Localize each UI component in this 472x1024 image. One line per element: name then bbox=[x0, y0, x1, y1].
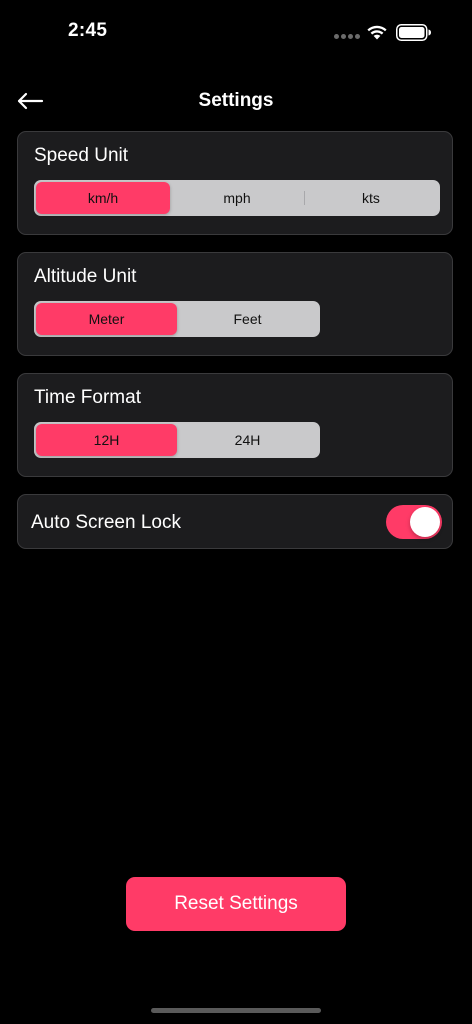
battery-icon bbox=[396, 24, 431, 41]
segment-12h[interactable]: 12H bbox=[36, 424, 177, 456]
segment-meter[interactable]: Meter bbox=[36, 303, 177, 335]
auto-screen-lock-label: Auto Screen Lock bbox=[31, 512, 181, 533]
page-title: Settings bbox=[198, 90, 274, 111]
segment-kts[interactable]: kts bbox=[304, 182, 438, 214]
time-format-selector: 12H 24H bbox=[34, 422, 320, 458]
auto-screen-lock-toggle[interactable] bbox=[386, 505, 442, 539]
cellular-signal-icon bbox=[334, 34, 360, 40]
segment-mph[interactable]: mph bbox=[170, 182, 304, 214]
reset-settings-button[interactable]: Reset Settings bbox=[126, 877, 346, 931]
toggle-knob bbox=[410, 507, 440, 537]
status-bar: 2:45 bbox=[0, 0, 472, 66]
speed-unit-selector: km/h mph kts bbox=[34, 180, 440, 216]
altitude-unit-title: Altitude Unit bbox=[34, 266, 137, 287]
segment-24h[interactable]: 24H bbox=[177, 424, 318, 456]
speed-unit-title: Speed Unit bbox=[34, 145, 129, 166]
time-format-title: Time Format bbox=[34, 387, 141, 408]
status-time: 2:45 bbox=[68, 20, 108, 41]
segment-kmh[interactable]: km/h bbox=[36, 182, 170, 214]
navigation-bar: Settings bbox=[0, 80, 472, 124]
altitude-unit-selector: Meter Feet bbox=[34, 301, 320, 337]
altitude-unit-card: Altitude Unit Meter Feet bbox=[17, 252, 453, 356]
auto-screen-lock-card: Auto Screen Lock bbox=[17, 494, 453, 549]
speed-unit-card: Speed Unit km/h mph kts bbox=[17, 131, 453, 235]
wifi-icon bbox=[367, 25, 387, 40]
home-indicator bbox=[151, 1008, 321, 1013]
segment-feet[interactable]: Feet bbox=[177, 303, 318, 335]
time-format-card: Time Format 12H 24H bbox=[17, 373, 453, 477]
